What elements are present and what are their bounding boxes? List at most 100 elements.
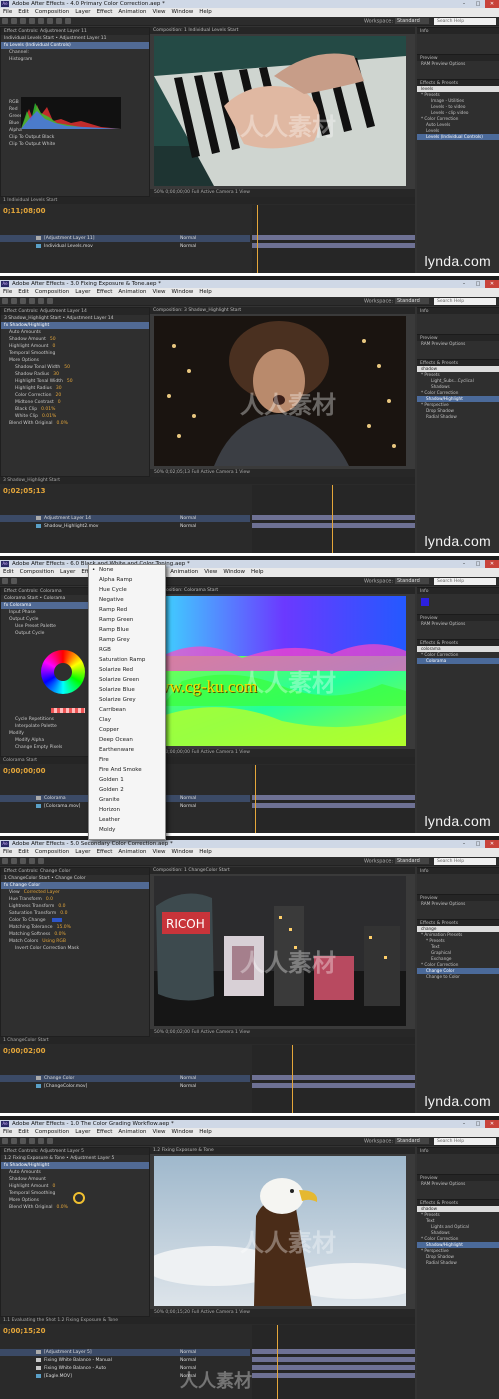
search-help-input[interactable]: Search Help	[434, 1138, 496, 1145]
pen-tool-icon[interactable]	[56, 18, 62, 24]
property-value[interactable]: 0.0	[58, 904, 65, 909]
track-area[interactable]	[252, 1045, 415, 1113]
time-indicator[interactable]	[292, 1045, 293, 1113]
effect-property[interactable]: Color To Change	[1, 917, 149, 924]
time-indicator[interactable]	[277, 1325, 278, 1399]
palette-option[interactable]: Saturation Ramp	[89, 655, 165, 665]
effect-property[interactable]: Match Colors Using RGB	[1, 938, 149, 945]
effects-presets-tab[interactable]: Effects & Presets	[417, 639, 499, 646]
type-tool-icon[interactable]	[47, 1138, 53, 1144]
search-help-input[interactable]: Search Help	[434, 18, 496, 25]
property-value[interactable]: 0.0%	[54, 932, 65, 937]
close-icon[interactable]: ✕	[485, 840, 499, 848]
preview-tab[interactable]: Preview	[417, 334, 499, 341]
effect-change-color[interactable]: fx Change Color	[1, 882, 149, 889]
minimize-icon[interactable]: –	[457, 840, 471, 848]
effect-property[interactable]: Highlight Amount 0	[1, 343, 149, 350]
menu-layer[interactable]: Layer	[60, 569, 75, 575]
pen-tool-icon[interactable]	[38, 298, 44, 304]
maximize-icon[interactable]: □	[471, 0, 485, 8]
palette-option[interactable]: Ramp Blue	[89, 625, 165, 635]
menu-help[interactable]: Help	[199, 289, 212, 295]
palette-option[interactable]: Negative	[89, 595, 165, 605]
palette-option[interactable]: Deep Ocean	[89, 735, 165, 745]
property-value[interactable]: 20	[55, 393, 61, 398]
menu-file[interactable]: File	[3, 9, 12, 15]
layer-bar[interactable]	[252, 235, 415, 240]
menu-animation[interactable]: Animation	[118, 289, 146, 295]
search-help-input[interactable]: Search Help	[434, 578, 496, 585]
menu-composition[interactable]: Composition	[35, 9, 69, 15]
property-value[interactable]: 50	[64, 365, 70, 370]
property-value[interactable]: 50	[50, 337, 56, 342]
layer-mode[interactable]: Normal	[180, 795, 196, 802]
effect-interpolate-palette[interactable]: Interpolate Palette	[1, 723, 57, 730]
palette-option[interactable]: Golden 2	[89, 785, 165, 795]
effect-cycle-repetitions[interactable]: Cycle Repetitions	[1, 716, 54, 723]
color-swatch[interactable]	[51, 917, 62, 922]
viewer-controls[interactable]: 50% 0;00;15;20 Full Active Camera 1 View	[150, 1309, 415, 1317]
palette-option[interactable]: Copper	[89, 725, 165, 735]
workspace-select[interactable]: Standard	[395, 578, 429, 584]
layer-row[interactable]: [Adjustment Layer 5] Normal	[0, 1349, 250, 1356]
rotate-tool-icon[interactable]	[29, 1138, 35, 1144]
effect-property[interactable]: Blend With Original 0.0%	[1, 420, 149, 427]
menu-edit[interactable]: Edit	[18, 289, 29, 295]
effect-property[interactable]: Highlight Tonal Width 50	[1, 378, 149, 385]
palette-option[interactable]: Golden 1	[89, 775, 165, 785]
time-indicator[interactable]	[257, 205, 258, 273]
composition-tab[interactable]: Composition: Colorama Start	[150, 587, 415, 594]
layer-row[interactable]: Shadow_Highlight2.mov Normal	[0, 523, 250, 530]
layer-bar[interactable]	[252, 1075, 415, 1080]
menu-animation[interactable]: Animation	[170, 569, 198, 575]
effect-property[interactable]: Black Clip 0.01%	[1, 406, 149, 413]
palette-option[interactable]: Ramp Grey	[89, 635, 165, 645]
effect-property[interactable]: Shadow Amount	[1, 1176, 149, 1183]
effect-item-selected[interactable]: Levels (Individual Controls)	[417, 134, 499, 140]
workspace-select[interactable]: Standard	[395, 1138, 429, 1144]
hand-tool-icon[interactable]	[11, 578, 17, 584]
palette-option[interactable]: Solarize Grey	[89, 695, 165, 705]
effect-property[interactable]: Highlight Amount 0	[1, 1183, 149, 1190]
effect-item[interactable]: Change to Color	[417, 974, 499, 980]
track-area[interactable]	[252, 485, 415, 553]
close-icon[interactable]: ✕	[485, 0, 499, 8]
selection-tool-icon[interactable]	[2, 578, 8, 584]
menu-layer[interactable]: Layer	[75, 289, 90, 295]
zoom-tool-icon[interactable]	[20, 858, 26, 864]
preview-tab[interactable]: Preview	[417, 894, 499, 901]
effect-item[interactable]: Radial Shadow	[417, 1260, 499, 1266]
layer-mode[interactable]: Normal	[180, 243, 196, 250]
effect-property[interactable]: Shadow Radius 30	[1, 371, 149, 378]
time-indicator[interactable]	[332, 485, 333, 553]
effect-property[interactable]: Invert Color Correction Mask	[1, 945, 149, 952]
composition-viewer[interactable]: Composition: 3 Shadow_Highlight Start 人人…	[150, 307, 415, 477]
menu-edit[interactable]: Edit	[18, 849, 29, 855]
menu-effect[interactable]: Effect	[97, 289, 113, 295]
palette-option[interactable]: Granite	[89, 795, 165, 805]
effect-property[interactable]: View Corrected Layer	[1, 889, 149, 896]
property-value[interactable]: 0	[52, 344, 55, 349]
info-tab[interactable]: Info	[417, 867, 499, 874]
property-value[interactable]: 50	[67, 379, 73, 384]
zoom-tool-icon[interactable]	[20, 1138, 26, 1144]
effects-presets-tab[interactable]: Effects & Presets	[417, 359, 499, 366]
palette-option[interactable]: Hue Cycle	[89, 585, 165, 595]
menu-edit[interactable]: Edit	[18, 1129, 29, 1135]
hand-tool-icon[interactable]	[11, 18, 17, 24]
menu-view[interactable]: View	[152, 1129, 165, 1135]
effect-shadow-highlight[interactable]: fx Shadow/Highlight	[1, 322, 149, 329]
track-area[interactable]	[252, 205, 415, 273]
info-tab[interactable]: Info	[417, 307, 499, 314]
menu-layer[interactable]: Layer	[75, 9, 90, 15]
menu-effect[interactable]: Effect	[97, 9, 113, 15]
effects-presets-tab[interactable]: Effects & Presets	[417, 79, 499, 86]
track-area[interactable]	[252, 765, 415, 833]
preview-tab[interactable]: Preview	[417, 614, 499, 621]
close-icon[interactable]: ✕	[485, 1120, 499, 1128]
menu-file[interactable]: File	[3, 849, 12, 855]
menu-animation[interactable]: Animation	[118, 1129, 146, 1135]
effect-controls-tab[interactable]: Effect Controls: Change Color	[1, 868, 149, 875]
property-value[interactable]: Using RGB	[42, 939, 66, 944]
effect-property[interactable]: Saturation Transform 0.0	[1, 910, 149, 917]
